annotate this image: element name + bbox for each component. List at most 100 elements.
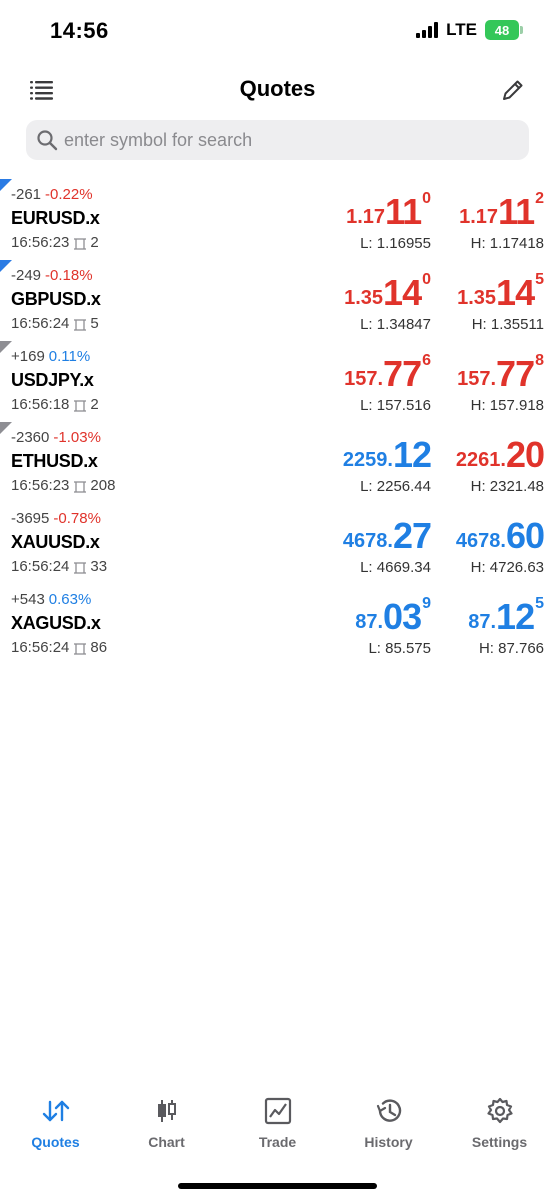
tab-quotes[interactable]: Quotes [0, 1096, 111, 1166]
ask-price-prefix: 4678. [455, 530, 506, 552]
ask-price-prefix: 1.17 [459, 206, 499, 228]
edit-button[interactable] [499, 76, 527, 104]
high-price: H: 2321.48 [470, 478, 544, 495]
tab-settings[interactable]: Settings [444, 1096, 555, 1166]
quote-time-spread: 16:56:23 208 [11, 477, 115, 494]
change-points: -249 [11, 267, 42, 284]
search-bar[interactable] [26, 120, 529, 160]
tab-label: Settings [471, 1134, 528, 1150]
daily-change: -2360 -1.03% [11, 429, 101, 446]
low-price: L: 1.34847 [360, 316, 431, 333]
ask-price[interactable]: 87. 12 5 [468, 596, 544, 636]
ask-price-big-digits: 20 [505, 434, 545, 475]
tab-bar: Quotes Chart Trade History Settings [0, 1096, 555, 1166]
quote-row[interactable]: -249 -0.18% GBPUSD.x 16:56:24 5 1.35 14 0 1.35 14… [0, 260, 555, 341]
spread-icon [73, 561, 87, 574]
high-price: H: 87.766 [478, 640, 544, 657]
low-price: L: 85.575 [368, 640, 431, 657]
symbol-name: GBPUSD.x [11, 289, 101, 309]
quote-time: 16:56:24 [11, 315, 70, 332]
change-points: -3695 [11, 510, 50, 527]
spread-value: 2 [90, 396, 99, 413]
home-indicator [178, 1183, 377, 1189]
change-percent: 0.63% [48, 591, 92, 608]
ask-price-big-digits: 12 [496, 596, 535, 637]
quote-row[interactable]: -3695 -0.78% XAUUSD.x 16:56:24 33 4678. 27 4678… [0, 503, 555, 584]
quote-time-spread: 16:56:24 5 [11, 315, 99, 332]
quote-time-spread: 16:56:24 33 [11, 558, 107, 575]
bid-price-big-digits: 14 [383, 272, 422, 313]
change-points: -261 [11, 186, 42, 203]
ask-price-pipette: 8 [535, 352, 544, 369]
bid-price-prefix: 1.17 [346, 206, 386, 228]
ask-price[interactable]: 1.17 11 2 [459, 191, 544, 231]
navigation-header: Quotes [0, 64, 555, 116]
daily-change: -249 -0.18% [11, 267, 93, 284]
change-percent: -0.22% [45, 186, 93, 203]
ask-price-pipette: 5 [535, 271, 544, 288]
change-points: +169 [11, 348, 45, 365]
change-percent: -0.78% [53, 510, 101, 527]
tab-chart[interactable]: Chart [111, 1096, 222, 1166]
symbol-name: ETHUSD.x [11, 451, 98, 471]
tab-history[interactable]: History [333, 1096, 444, 1166]
spread-value: 5 [90, 315, 99, 332]
search-icon [37, 130, 58, 151]
battery-icon: 48 [485, 20, 523, 40]
ask-price-big-digits: 14 [496, 272, 535, 313]
quote-time-spread: 16:56:18 2 [11, 396, 99, 413]
page-title: Quotes [239, 76, 316, 101]
quote-row[interactable]: +543 0.63% XAGUSD.x 16:56:24 86 87. 03 9 87. 12 5 L… [0, 584, 555, 665]
candlestick-icon [152, 1096, 182, 1126]
bid-price[interactable]: 1.17 11 0 [346, 191, 431, 231]
quote-row[interactable]: -2360 -1.03% ETHUSD.x 16:56:23 208 2259. 12 226… [0, 422, 555, 503]
trade-chart-icon [263, 1096, 293, 1126]
spread-value: 2 [90, 234, 99, 251]
symbol-name: USDJPY.x [11, 370, 94, 390]
low-price: L: 2256.44 [360, 478, 431, 495]
ask-price[interactable]: 2261. 20 [456, 434, 545, 475]
quote-time-spread: 16:56:24 86 [11, 639, 107, 656]
bid-price-big-digits: 27 [392, 515, 432, 556]
gear-icon [485, 1096, 515, 1126]
symbol-name: XAUUSD.x [11, 532, 100, 552]
quotes-list: -261 -0.22% EURUSD.x 16:56:23 2 1.17 11 0 1.17 11… [0, 179, 555, 665]
change-percent: -0.18% [45, 267, 93, 284]
low-price: L: 1.16955 [360, 235, 431, 252]
quote-time: 16:56:24 [11, 558, 70, 575]
bid-price[interactable]: 157. 77 6 [344, 353, 431, 393]
high-price: H: 1.17418 [470, 235, 544, 252]
spread-icon [73, 642, 87, 655]
bid-price[interactable]: 2259. 12 [343, 434, 432, 474]
spread-value: 86 [90, 639, 108, 656]
bid-price-prefix: 87. [355, 611, 384, 633]
daily-change: -3695 -0.78% [11, 510, 101, 527]
symbol-name: XAGUSD.x [11, 613, 101, 633]
ask-price-prefix: 1.35 [457, 287, 497, 309]
ask-price[interactable]: 157. 77 8 [457, 353, 544, 393]
status-time: 14:56 [50, 18, 109, 43]
tab-label: Trade [258, 1134, 297, 1150]
ask-price-prefix: 157. [457, 368, 497, 390]
pencil-icon [503, 80, 523, 100]
ask-price[interactable]: 4678. 60 [455, 515, 545, 555]
bid-price[interactable]: 87. 03 9 [355, 596, 431, 636]
search-input[interactable] [64, 129, 504, 151]
status-bar: 14:56 LTE 48 [0, 0, 555, 64]
high-price: H: 157.918 [470, 397, 544, 414]
bid-price-big-digits: 03 [383, 596, 422, 637]
battery-level: 48 [494, 22, 510, 38]
symbol-name: EURUSD.x [11, 208, 100, 228]
ask-price-pipette: 5 [535, 595, 544, 612]
bid-price[interactable]: 4678. 27 [343, 515, 432, 556]
quote-row[interactable]: +169 0.11% USDJPY.x 16:56:18 2 157. 77 6 157. 77 8… [0, 341, 555, 422]
bid-price[interactable]: 1.35 14 0 [344, 272, 431, 312]
bid-price-prefix: 1.35 [344, 287, 384, 309]
quote-time: 16:56:24 [11, 639, 70, 656]
quote-row[interactable]: -261 -0.22% EURUSD.x 16:56:23 2 1.17 11 0 1.17 11… [0, 179, 555, 260]
ask-price[interactable]: 1.35 14 5 [457, 272, 544, 312]
tab-label: Chart [148, 1134, 185, 1150]
spread-value: 208 [90, 477, 116, 494]
tab-trade[interactable]: Trade [222, 1096, 333, 1166]
bid-price-pipette: 0 [422, 271, 431, 288]
